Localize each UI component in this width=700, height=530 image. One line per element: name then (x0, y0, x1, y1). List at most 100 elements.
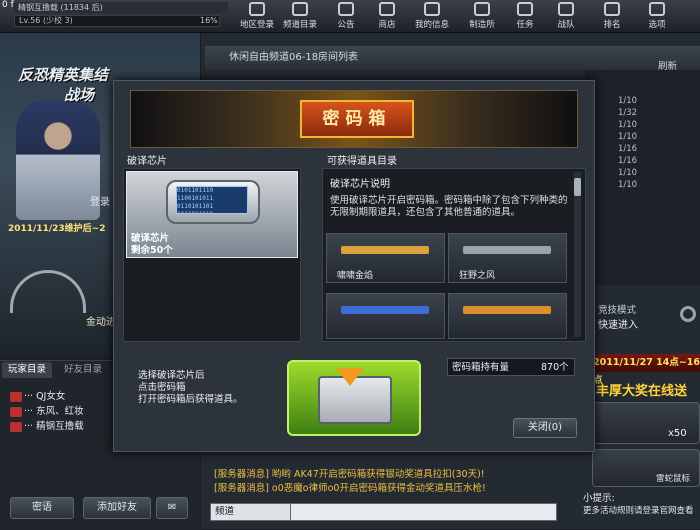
nav-map[interactable]: 地区登录 (237, 1, 277, 31)
open-instructions: 选择破译芯片后 点击密码箱 打开密码箱后获得道具。 (138, 370, 243, 406)
nav-task[interactable]: 任务 (505, 1, 545, 31)
items-scroll-thumb[interactable] (574, 178, 581, 196)
add-friend-button[interactable]: 添加好友 (83, 497, 151, 519)
nav-craft[interactable]: 制造所 (462, 1, 502, 31)
weapon-item[interactable] (448, 293, 567, 339)
weapon-icon (463, 306, 551, 314)
nav-label: 选项 (648, 20, 666, 30)
nav-options[interactable]: 选项 (637, 1, 677, 31)
room-row[interactable]: 1/16 (618, 156, 637, 166)
craft-icon (474, 2, 490, 16)
nav-label: 商店 (378, 20, 396, 30)
rank-icon (10, 421, 22, 432)
player-level: Lv.56 (少校 3) (14, 15, 220, 27)
chat-line: [服务器消息] o0恶魔o律师o0开启密码箱获得金动奖道具压水枪! (214, 483, 486, 494)
weapon-name: 啸啸金焰 (337, 271, 374, 281)
clan-icon (558, 2, 574, 16)
nav-clan[interactable]: 战队 (546, 1, 586, 31)
nav-label: 制造所 (469, 20, 495, 30)
profile-icon (424, 2, 440, 16)
reward-mouse-label: 雷蛇鼠标 (656, 474, 691, 484)
tip-text: 更多活动规则请登录官网查看 (583, 506, 694, 516)
weapon-name: 狂野之风 (459, 271, 496, 281)
mode-label: 竞技模式 (598, 305, 637, 316)
nav-profile[interactable]: 我的信息 (412, 1, 452, 31)
items-description: 使用破译芯片开启密码箱。密码箱中除了包含下列种类的无限制期限道具，还包含了其他普… (330, 195, 568, 218)
room-row[interactable]: 1/16 (618, 144, 637, 154)
nav-shop[interactable]: 商店 (367, 1, 407, 31)
box-count-value: 870个 (541, 362, 569, 373)
chat-line: [服务器消息] 哟哟 AK47开启密码箱获得银动奖道具拉扣(30天)! (214, 469, 485, 480)
room-row[interactable]: 1/10 (618, 96, 637, 106)
chip-remaining: 剩余50个 (131, 245, 173, 256)
weapon-icon (341, 306, 429, 314)
nav-back[interactable]: 频道目录 (280, 1, 320, 31)
nav-label: 地区登录 (239, 20, 274, 30)
instruction-line: 选择破译芯片后 (138, 370, 205, 381)
items-description-title: 破译芯片说明 (330, 179, 390, 190)
tab-players[interactable]: 玩家目录 (2, 362, 53, 378)
quick-join-button[interactable]: 快速进入 (598, 316, 638, 331)
player-row[interactable]: ··· 东风、红妆 (10, 403, 84, 417)
event-date: 2011/11/27 14点~16点 (585, 354, 700, 386)
gear-icon[interactable] (680, 306, 696, 322)
box-count-label: 密码箱持有量 (452, 362, 510, 373)
room-row[interactable]: 1/10 (618, 132, 637, 142)
nav-label: 排名 (603, 20, 621, 30)
nav-label: 任务 (516, 20, 534, 30)
task-icon (517, 2, 533, 16)
banner-gold-label: 金动进 (86, 317, 116, 328)
mail-icon[interactable]: ✉ (156, 497, 188, 519)
options-icon (649, 2, 665, 16)
banner-subtitle: 战场 (64, 86, 95, 104)
whisper-button[interactable]: 密语 (10, 497, 74, 519)
player-row[interactable]: ··· QJ女女 (10, 388, 65, 402)
close-button[interactable]: 关闭(0) (513, 418, 577, 438)
weapon-item[interactable] (326, 293, 445, 339)
nav-label: 我的信息 (414, 20, 449, 30)
items-scrollbar[interactable] (574, 172, 581, 337)
nav-label: 战队 (557, 20, 575, 30)
weapon-item[interactable]: 狂野之风 (448, 233, 567, 283)
event-prize-title: 丰厚大奖在线送 (596, 384, 688, 399)
chat-input[interactable] (290, 503, 557, 521)
nav-trophy[interactable]: 排名 (592, 1, 632, 31)
arrow-down-icon (336, 368, 364, 386)
weapon-icon (463, 246, 551, 254)
banner-title: 反恐精英集结 (18, 66, 109, 84)
player-row[interactable]: ··· 精钢互撸载 (10, 418, 84, 432)
dialog-title: 密码箱 (300, 100, 414, 138)
room-list (585, 70, 700, 285)
channel-select[interactable]: 频道 (210, 503, 294, 521)
player-name: 精钢互撸载 (11834 后) (14, 2, 228, 13)
tip-title: 小提示: (583, 493, 615, 504)
map-icon (249, 2, 265, 16)
chip-code: 0101101110 1100101011 0110101101 1011011… (176, 186, 248, 214)
nav-label: 频道目录 (282, 20, 317, 30)
instruction-line: 打开密码箱后获得道具。 (138, 394, 243, 405)
room-row[interactable]: 1/10 (618, 168, 637, 178)
exp-percent: 16% (200, 16, 218, 25)
room-row[interactable]: 1/10 (618, 120, 637, 130)
tab-friends[interactable]: 好友目录 (58, 362, 108, 378)
banner-date: 2011/11/23维护后~2 (8, 224, 106, 234)
instruction-line: 点击密码箱 (138, 382, 186, 393)
room-row[interactable]: 1/10 (618, 180, 637, 190)
weapon-item[interactable]: 啸啸金焰 (326, 233, 445, 283)
banner-login: 登录 (90, 197, 110, 208)
soldier-image (16, 100, 100, 220)
trophy-icon (604, 2, 620, 16)
rank-icon (10, 391, 22, 402)
chip-section-heading: 破译芯片 (127, 156, 167, 167)
items-section-heading: 可获得道具目录 (327, 156, 397, 167)
rank-icon (10, 406, 22, 417)
nav-announce[interactable]: 公告 (326, 1, 366, 31)
weapon-icon (341, 246, 429, 254)
shop-icon (379, 2, 395, 16)
back-icon (292, 2, 308, 16)
reward-count: x50 (668, 428, 687, 439)
room-list-title: 休闲自由频道06-18房间列表 (205, 46, 700, 70)
room-row[interactable]: 1/32 (618, 108, 637, 118)
nav-label: 公告 (337, 20, 355, 30)
announce-icon (338, 2, 354, 16)
